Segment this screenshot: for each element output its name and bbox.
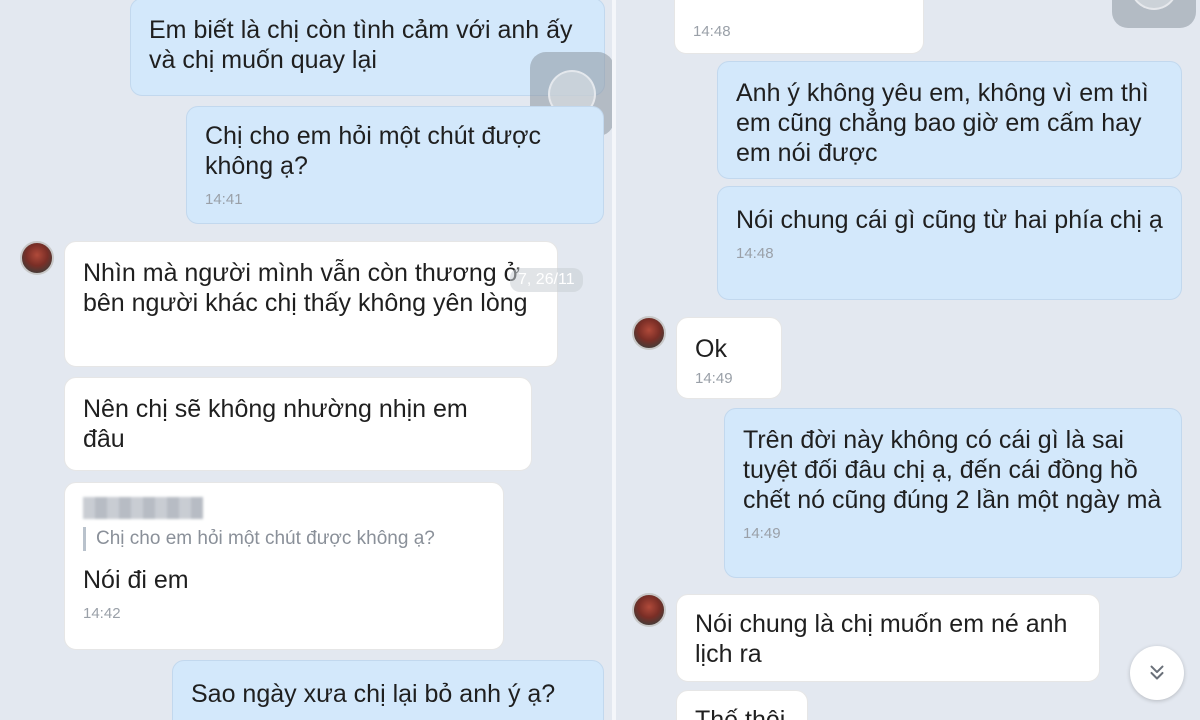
message-text: Trên đời này không có cái gì là sai tuyệ…: [743, 426, 1162, 514]
floating-bubble-icon: [1130, 0, 1178, 10]
message-text: Anh ý không yêu em, không vì em thì em c…: [736, 79, 1149, 167]
avatar[interactable]: [20, 241, 54, 275]
message-time: 14:41: [205, 191, 243, 208]
message-incoming[interactable]: Thế thôi: [676, 690, 808, 720]
avatar[interactable]: [632, 593, 666, 627]
message-outgoing[interactable]: Anh ý không yêu em, không vì em thì em c…: [717, 61, 1182, 179]
message-outgoing[interactable]: Nói chung cái gì cũng từ hai phía chị ạ …: [717, 186, 1182, 300]
left-chat-panel: Em biết là chị còn tình cảm với anh ấy v…: [0, 0, 612, 720]
message-incoming-reply[interactable]: Chị cho em hỏi một chút được không ạ? Nó…: [64, 482, 504, 650]
chevron-double-down-icon: [1150, 665, 1164, 680]
message-time: 14:49: [743, 525, 781, 542]
right-chat-panel: 14:48 Anh ý không yêu em, không vì em th…: [616, 0, 1200, 720]
message-outgoing[interactable]: Trên đời này không có cái gì là sai tuyệ…: [724, 408, 1182, 578]
message-incoming[interactable]: 14:48: [674, 0, 924, 54]
message-text: Nói chung là chị muốn em né anh lịch ra: [695, 610, 1068, 668]
message-time: 14:48: [736, 245, 774, 262]
message-text: Ok: [695, 335, 727, 363]
message-text: Sao ngày xưa chị lại bỏ anh ý ạ?: [191, 680, 556, 708]
scroll-to-bottom-button[interactable]: [1130, 646, 1184, 700]
message-text: Chị cho em hỏi một chút được không ạ?: [205, 122, 542, 180]
message-time: 14:49: [695, 370, 733, 387]
message-outgoing[interactable]: Chị cho em hỏi một chút được không ạ? 14…: [186, 106, 604, 224]
message-incoming[interactable]: Nên chị sẽ không nhường nhịn em đâu: [64, 377, 532, 471]
reply-quote[interactable]: Chị cho em hỏi một chút được không ạ?: [83, 527, 485, 551]
message-text: Nhìn mà người mình vẫn còn thương ở bên …: [83, 259, 528, 317]
message-text: Nên chị sẽ không nhường nhịn em đâu: [83, 395, 468, 453]
message-incoming[interactable]: Ok 14:49: [676, 317, 782, 399]
message-text: Nói đi em: [83, 566, 189, 594]
message-text: Thế thôi: [695, 706, 786, 720]
message-time: 14:48: [693, 23, 731, 40]
message-outgoing[interactable]: Sao ngày xưa chị lại bỏ anh ý ạ?: [172, 660, 604, 720]
overlay-timestamp: 7, 26/11: [510, 268, 583, 292]
message-time: 14:42: [83, 605, 121, 622]
blurred-sender-name: [83, 497, 203, 519]
message-incoming[interactable]: Nhìn mà người mình vẫn còn thương ở bên …: [64, 241, 558, 367]
message-text: Em biết là chị còn tình cảm với anh ấy v…: [149, 16, 573, 74]
message-incoming[interactable]: Nói chung là chị muốn em né anh lịch ra: [676, 594, 1100, 682]
floating-bubble-button[interactable]: [1112, 0, 1196, 28]
avatar[interactable]: [632, 316, 666, 350]
message-text: Nói chung cái gì cũng từ hai phía chị ạ: [736, 206, 1163, 234]
